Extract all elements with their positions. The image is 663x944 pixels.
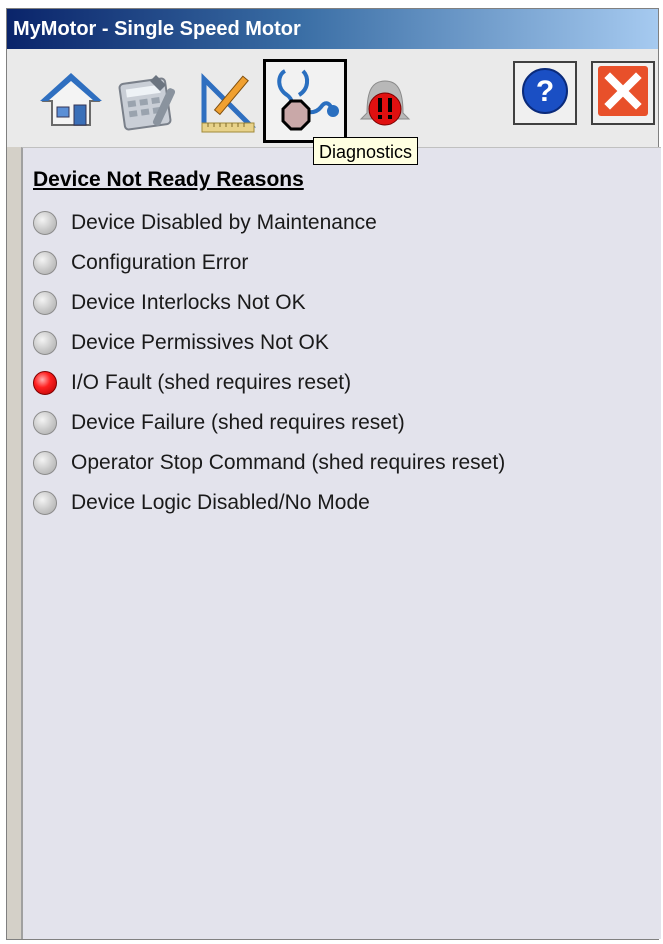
reason-item: Device Disabled by Maintenance	[33, 207, 377, 239]
status-indicator-inactive	[33, 251, 57, 275]
panel-heading: Device Not Ready Reasons	[33, 168, 304, 191]
reason-label: Device Failure (shed requires reset)	[71, 411, 405, 434]
reason-item: Configuration Error	[33, 247, 248, 279]
tab-engineering[interactable]	[185, 59, 269, 143]
maintenance-calculator-icon	[116, 69, 182, 133]
alarm-bell-icon	[355, 69, 415, 133]
reason-label: Operator Stop Command (shed requires res…	[71, 451, 506, 474]
reason-item: Device Logic Disabled/No Mode	[33, 487, 370, 519]
window-title: MyMotor - Single Speed Motor	[13, 18, 301, 40]
close-icon	[596, 64, 650, 123]
tab-alarms[interactable]	[343, 59, 427, 143]
reason-label: I/O Fault (shed requires reset)	[71, 371, 352, 394]
status-indicator-active	[33, 371, 57, 395]
diagnostics-tooltip: Diagnostics	[313, 137, 419, 165]
reason-label: Device Disabled by Maintenance	[71, 211, 377, 234]
reason-label: Device Permissives Not OK	[71, 331, 329, 354]
reason-label: Configuration Error	[71, 251, 249, 274]
svg-text:?: ?	[536, 75, 554, 108]
reason-item: Device Permissives Not OK	[33, 327, 329, 359]
home-icon	[40, 71, 102, 131]
reason-item: I/O Fault (shed requires reset)	[33, 367, 351, 399]
status-indicator-inactive	[33, 211, 57, 235]
reason-item: Operator Stop Command (shed requires res…	[33, 447, 505, 479]
stethoscope-diagnostics-icon	[269, 65, 341, 137]
status-indicator-inactive	[33, 491, 57, 515]
close-button[interactable]	[591, 61, 655, 125]
tab-maintenance[interactable]	[107, 59, 191, 143]
engineering-tools-icon	[194, 69, 260, 133]
status-indicator-inactive	[33, 291, 57, 315]
reason-label: Device Logic Disabled/No Mode	[71, 491, 370, 514]
tab-home[interactable]	[29, 59, 113, 143]
reason-label: Device Interlocks Not OK	[71, 291, 306, 314]
status-indicator-inactive	[33, 331, 57, 355]
help-button[interactable]: ?	[513, 61, 577, 125]
status-indicator-inactive	[33, 411, 57, 435]
toolbar: ?	[7, 49, 658, 147]
reason-item: Device Failure (shed requires reset)	[33, 407, 405, 439]
status-indicator-inactive	[33, 451, 57, 475]
title-bar[interactable]: MyMotor - Single Speed Motor	[7, 9, 658, 49]
diagnostics-panel: Device Not Ready Reasons Device Disabled…	[21, 147, 661, 939]
help-icon: ?	[519, 65, 571, 122]
reason-item: Device Interlocks Not OK	[33, 287, 306, 319]
faceplate-window: MyMotor - Single Speed Motor ? Device No…	[6, 8, 661, 940]
tab-diagnostics[interactable]	[263, 59, 347, 143]
